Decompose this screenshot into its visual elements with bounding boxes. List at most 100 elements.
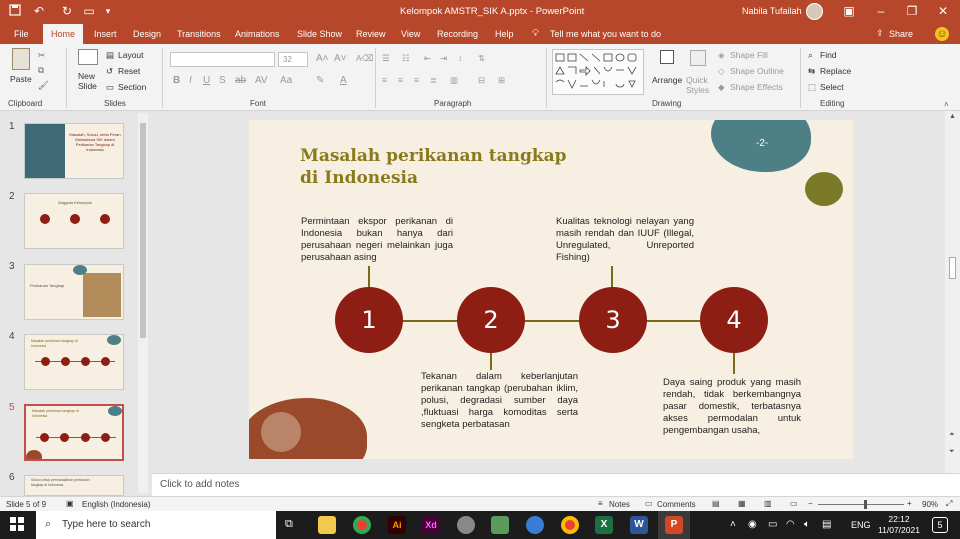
battery-icon[interactable]: ▭ [768, 519, 777, 530]
highlight-icon[interactable]: ✎ [316, 75, 324, 86]
format-painter-icon[interactable]: 🖌︎ [38, 80, 49, 91]
character-spacing-icon[interactable]: AV [255, 75, 268, 86]
app-icon[interactable] [491, 516, 509, 534]
bold-icon[interactable]: B [173, 75, 180, 86]
present-from-start-icon[interactable]: ▭ [82, 4, 96, 18]
justify-icon[interactable]: ≣ [430, 75, 437, 86]
thumbnail-slide-4[interactable]: Masalah perikanan tangkap di Indonesia [24, 334, 124, 390]
italic-icon[interactable]: I [189, 75, 192, 86]
normal-view-icon[interactable]: ▤ [712, 499, 720, 508]
paste-button[interactable]: Paste [10, 74, 32, 84]
fit-to-window-icon[interactable]: ⤢ [946, 499, 952, 509]
shapes-gallery[interactable] [552, 49, 644, 95]
shadow-icon[interactable]: S [219, 75, 226, 86]
tray-app-icon[interactable]: ◉ [748, 519, 757, 530]
quick-styles-button[interactable]: Quick Styles [686, 75, 714, 95]
shape-outline-button[interactable]: Shape Outline [730, 66, 784, 76]
thumbnail-slide-2[interactable]: Anggota Kelompok [24, 193, 124, 249]
tab-transitions[interactable]: Transitions [175, 24, 223, 44]
clock[interactable]: 22:12 11/07/2021 [878, 514, 920, 536]
illustrator-icon[interactable]: Ai [388, 516, 406, 534]
tab-home[interactable]: Home [43, 24, 84, 44]
editor-scrollbar[interactable]: ▲ ⏶ ⏷ [945, 111, 960, 473]
replace-button[interactable]: Replace [820, 66, 851, 76]
reset-button[interactable]: Reset [118, 66, 140, 76]
align-left-icon[interactable]: ≡ [382, 75, 387, 85]
tray-chevron-icon[interactable]: ˄ [730, 519, 736, 530]
tab-view[interactable]: View [399, 24, 422, 44]
text-box-1[interactable]: Permintaan ekspor perikanan di Indonesia… [301, 216, 453, 264]
tab-help[interactable]: Help [493, 24, 516, 44]
zoom-in-icon[interactable]: + [907, 499, 912, 508]
tell-me-search[interactable]: Tell me what you want to do [550, 29, 661, 39]
redo-icon[interactable]: ↻ [60, 4, 74, 18]
scroll-thumb[interactable] [949, 257, 956, 279]
bullets-icon[interactable]: ☰ [382, 53, 390, 64]
font-size-select[interactable]: 32 [278, 52, 308, 67]
next-slide-icon[interactable]: ⏷ [949, 448, 955, 456]
file-explorer-icon[interactable] [318, 516, 336, 534]
notification-center-icon[interactable]: 5 [932, 517, 948, 533]
notes-toggle[interactable]: Notes [609, 500, 630, 509]
windows-start-icon[interactable] [10, 517, 24, 531]
font-family-select[interactable] [170, 52, 275, 67]
notes-pane[interactable]: Click to add notes [152, 473, 960, 496]
app-icon[interactable] [457, 516, 475, 534]
previous-slide-icon[interactable]: ⏶ [949, 431, 955, 439]
smartart-icon[interactable]: ⊞ [498, 75, 505, 86]
tab-review[interactable]: Review [354, 24, 388, 44]
increase-indent-icon[interactable]: ⇥ [440, 53, 447, 64]
close-icon[interactable]: ✕ [936, 4, 950, 18]
slide-canvas[interactable]: -2- Masalah perikanan tangkap di Indones… [249, 120, 853, 459]
avatar[interactable] [806, 3, 823, 20]
copy-icon[interactable]: ⧉ [38, 65, 44, 76]
restore-icon[interactable]: ❐ [905, 4, 919, 18]
step-circle-3[interactable]: 3 [579, 287, 647, 353]
word-icon[interactable]: W [630, 516, 648, 534]
align-text-icon[interactable]: ⊟ [478, 75, 485, 86]
zoom-slider-handle[interactable] [864, 500, 867, 509]
arrange-button[interactable]: Arrange [652, 75, 682, 85]
change-case-icon[interactable]: Aa [280, 75, 292, 86]
reading-view-icon[interactable]: ▥ [764, 499, 772, 508]
slide-sorter-icon[interactable]: ▦ [738, 499, 746, 508]
clear-formatting-icon[interactable]: A⌫ [356, 53, 374, 64]
spellcheck-icon[interactable]: ▣ [66, 499, 74, 508]
numbering-icon[interactable]: ☷ [402, 53, 410, 64]
step-circle-2[interactable]: 2 [457, 287, 525, 353]
taskbar-search-box[interactable]: ⌕ Type here to search [36, 511, 276, 539]
strikethrough-icon[interactable]: ab [235, 75, 246, 86]
decrease-font-icon[interactable]: A˅ [334, 53, 347, 64]
find-button[interactable]: Find [820, 50, 837, 60]
notes-placeholder[interactable]: Click to add notes [160, 479, 240, 490]
task-view-icon[interactable]: ⧉ [285, 518, 293, 531]
chrome-icon[interactable] [353, 516, 371, 534]
tab-design[interactable]: Design [131, 24, 163, 44]
thumbnail-slide-6[interactable]: Solusi untuk permasalahan perikanan tang… [24, 475, 124, 496]
language-tray[interactable]: ENG [851, 520, 871, 530]
comments-toggle[interactable]: Comments [657, 500, 696, 509]
align-right-icon[interactable]: ≡ [414, 75, 419, 85]
keyboard-icon[interactable]: ▤ [822, 519, 831, 530]
app-icon[interactable] [526, 516, 544, 534]
cut-icon[interactable]: ✂ [38, 50, 45, 61]
excel-icon[interactable]: X [595, 516, 613, 534]
wifi-icon[interactable]: ◠ [786, 519, 795, 530]
save-icon[interactable] [8, 4, 22, 18]
tab-file[interactable]: File [12, 24, 31, 44]
collapse-ribbon-icon[interactable]: ˄ [944, 100, 949, 109]
feedback-smiley-icon[interactable]: ☺ [935, 27, 949, 41]
new-slide-icon[interactable] [78, 49, 98, 65]
thumbnail-scrollbar[interactable] [138, 113, 148, 493]
undo-icon[interactable]: ↶ [32, 4, 46, 18]
zoom-level[interactable]: 90% [922, 500, 938, 509]
customize-toolbar-icon[interactable]: ▾ [101, 4, 115, 18]
text-box-4[interactable]: Daya saing produk yang masih rendah, tid… [663, 377, 801, 437]
thumbnail-slide-3[interactable]: Perikanan Tangkap [24, 264, 124, 320]
powerpoint-taskbar-active[interactable]: P [658, 511, 690, 539]
language-indicator[interactable]: English (Indonesia) [82, 500, 150, 509]
align-center-icon[interactable]: ≡ [398, 75, 403, 85]
line-spacing-icon[interactable]: ↕ [458, 53, 462, 63]
slide-title[interactable]: Masalah perikanan tangkap di Indonesia [300, 145, 567, 189]
layout-button[interactable]: Layout [118, 50, 144, 60]
